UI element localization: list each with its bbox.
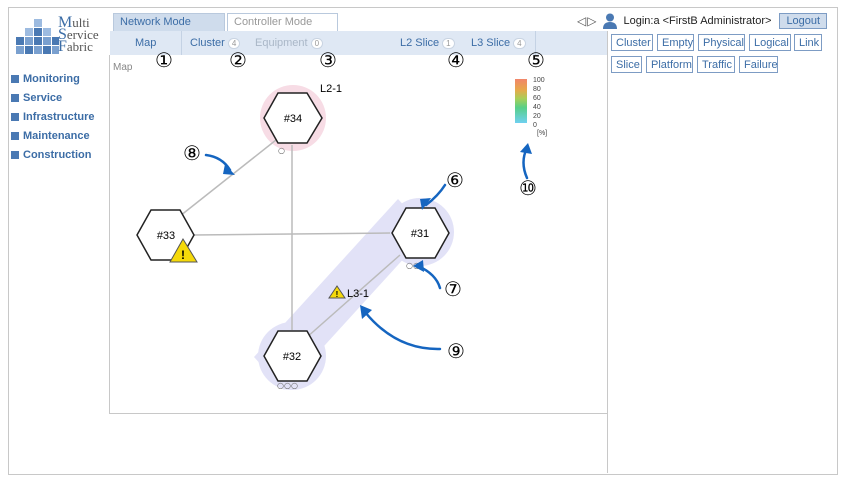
callout-7: ⑦ [444,277,462,301]
l3-slice-label: L3-1 [347,288,369,300]
node-32-label: #32 [283,351,301,363]
node-34-ports: ○ [278,146,285,155]
callout-1: ① [155,48,173,72]
node-31-label: #31 [411,228,429,240]
node-33-label: #33 [157,230,175,242]
legend-unit: [%] [537,130,547,137]
annotation-arrow [363,310,442,351]
callout-4: ④ [447,48,465,72]
utilization-legend-bar [515,79,527,123]
l2-slice-label: L2-1 [320,83,342,95]
svg-text:!: ! [336,290,339,299]
legend-tick: 0 [533,122,537,129]
node-34-label: #34 [284,113,302,125]
callout-2: ② [229,48,247,72]
callout-10: ⑩ [519,176,537,200]
arrowhead-icon [223,164,235,175]
legend-tick: 60 [533,95,541,102]
callout-8: ⑧ [183,141,201,165]
legend-tick: 80 [533,86,541,93]
legend-tick: 20 [533,113,541,120]
arrowhead-icon [520,143,532,154]
svg-text:!: ! [181,248,185,262]
callout-9: ⑨ [447,339,465,363]
callout-5: ⑤ [527,48,545,72]
legend-tick: 100 [533,77,545,84]
node-32-ports: ○○○ [277,381,298,390]
callout-3: ③ [319,48,337,72]
legend-tick: 40 [533,104,541,111]
utilization-legend-ticks: 100 80 60 40 20 0 [%] [533,77,547,137]
callout-6: ⑥ [446,168,464,192]
topology-map: #34 #33 #31 #32 ○ ○○ ○○○ L2-1 ! ! L3-1 1… [136,48,547,390]
